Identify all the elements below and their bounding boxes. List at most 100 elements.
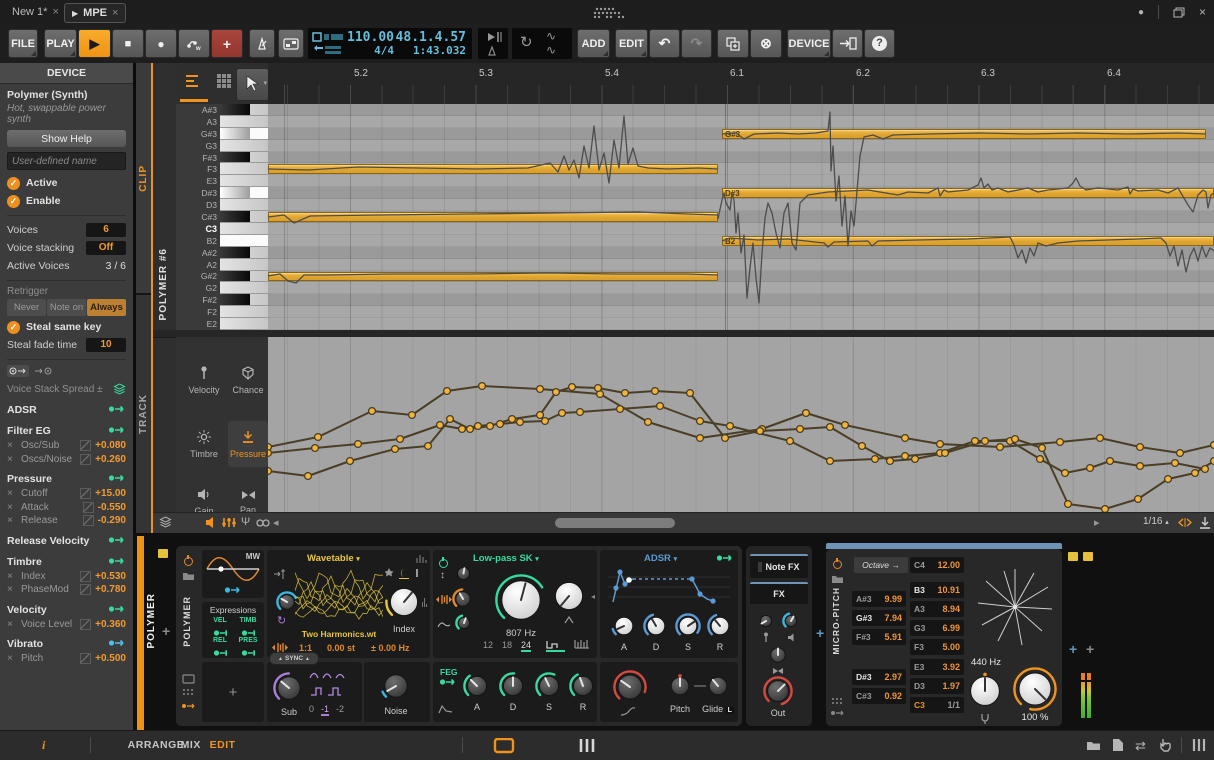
steal-same-key-checkbox[interactable]: ✓Steal same key bbox=[7, 318, 126, 336]
wavetable-index-knob[interactable] bbox=[385, 583, 423, 621]
clip-name[interactable]: POLYMER #6 bbox=[158, 248, 169, 320]
loop-icon[interactable]: ↻ bbox=[520, 33, 533, 51]
piano-key-G3[interactable] bbox=[220, 140, 268, 152]
mod-source-velocity[interactable]: Velocity bbox=[7, 602, 126, 618]
add-button[interactable]: ADD bbox=[577, 29, 610, 58]
mod-out-tab[interactable] bbox=[7, 365, 29, 377]
grid-resolution[interactable]: 1/16 ▴ bbox=[1143, 516, 1169, 527]
delete-button[interactable]: ⊗ bbox=[750, 29, 782, 58]
filter-cutoff-knob[interactable] bbox=[495, 574, 547, 626]
expression-button-chance[interactable]: Chance bbox=[228, 357, 268, 403]
piano-key-D#3[interactable] bbox=[220, 187, 268, 199]
keytrack-icon[interactable] bbox=[273, 568, 287, 580]
feg-release-knob[interactable] bbox=[569, 672, 597, 700]
edit-button[interactable]: EDIT bbox=[615, 29, 648, 58]
add-device-button[interactable]: + bbox=[162, 623, 170, 639]
mod-target-oscs-noise[interactable]: ×Oscs/Noise+0.260 bbox=[7, 453, 126, 467]
scroll-right-icon[interactable]: ▸ bbox=[1094, 516, 1100, 529]
micropitch-row-G#3[interactable]: G#37.94 bbox=[852, 610, 906, 626]
note-fx-slot[interactable]: Note FX bbox=[750, 554, 808, 578]
unison-mode-icons[interactable] bbox=[385, 567, 425, 579]
filter-env-knob[interactable] bbox=[455, 614, 473, 632]
noise-level-knob[interactable] bbox=[380, 670, 412, 702]
zoom-fit-icon[interactable] bbox=[1178, 516, 1192, 529]
beat-ruler[interactable]: 5.25.35.46.16.26.36.4 bbox=[268, 63, 1214, 104]
view-button-arrange[interactable]: ARRANGE bbox=[128, 739, 185, 751]
sub-octave--1[interactable]: -1 bbox=[321, 704, 329, 716]
device-power-icon[interactable] bbox=[184, 557, 193, 566]
expression-slot-rel[interactable]: REL bbox=[208, 637, 232, 662]
mapping-grid-icon[interactable] bbox=[182, 688, 195, 696]
piano-key-A3[interactable] bbox=[220, 116, 268, 128]
out-volume-knob[interactable] bbox=[763, 676, 793, 706]
touch-mode-icon[interactable] bbox=[1158, 738, 1172, 752]
wavetable-name[interactable]: Two Harmonics.wt bbox=[291, 629, 387, 639]
dual-panel-layout-icon[interactable] bbox=[578, 738, 596, 753]
piano-key-F#2[interactable] bbox=[220, 294, 268, 306]
micropitch-row-F#3[interactable]: F#35.91 bbox=[852, 629, 906, 645]
file-button[interactable]: FILE bbox=[8, 29, 38, 58]
hp-filter-knob[interactable] bbox=[613, 670, 647, 704]
browser-panel-icon[interactable] bbox=[1086, 739, 1101, 751]
feg-decay-knob[interactable] bbox=[499, 672, 527, 700]
pitch-star-display[interactable] bbox=[976, 565, 1054, 649]
add-modulator-cell[interactable]: + bbox=[202, 662, 264, 722]
grid-editor-mode-icon[interactable] bbox=[216, 73, 234, 89]
remove-mod-icon[interactable]: × bbox=[7, 584, 21, 595]
mod-curve-icon[interactable] bbox=[80, 454, 91, 465]
add-device-end-button[interactable]: + bbox=[1086, 641, 1094, 657]
modulation-route-icon[interactable] bbox=[830, 709, 845, 717]
device-name-input[interactable]: User-defined name bbox=[7, 152, 126, 170]
view-button-mix[interactable]: MIX bbox=[181, 739, 201, 751]
device-power-icon[interactable] bbox=[833, 560, 842, 569]
expression-button-velocity[interactable]: Velocity bbox=[184, 357, 224, 403]
fx-slot[interactable]: FX bbox=[750, 582, 808, 604]
mix-knob[interactable] bbox=[1013, 667, 1057, 711]
wavetable-display[interactable] bbox=[295, 568, 383, 631]
play-menu-button[interactable]: PLAY bbox=[44, 29, 77, 58]
feg-mod-arrow[interactable] bbox=[439, 678, 457, 686]
mod-target-cutoff[interactable]: ×Cutoff+15.00 bbox=[7, 487, 126, 501]
io-routing-icon[interactable]: ⇄ bbox=[1135, 738, 1146, 754]
remove-mod-icon[interactable]: × bbox=[7, 571, 21, 582]
snap-icon[interactable] bbox=[1199, 516, 1211, 529]
note-editor-mode-icon[interactable] bbox=[184, 73, 202, 89]
pitch-knob[interactable] bbox=[667, 673, 693, 699]
mod-target-index[interactable]: ×Index+0.530 bbox=[7, 570, 126, 584]
piano-key-A2[interactable] bbox=[220, 259, 268, 271]
info-icon[interactable]: i bbox=[42, 738, 45, 753]
micropitch-row-A3[interactable]: A38.94 bbox=[910, 601, 964, 617]
tab-track[interactable]: TRACK bbox=[136, 295, 151, 533]
comb-mode-icon[interactable] bbox=[545, 638, 567, 652]
filter-slope-18[interactable]: 18 bbox=[502, 640, 512, 652]
filter-keytrack-knob[interactable] bbox=[454, 564, 473, 583]
mod-source-timbre[interactable]: Timbre bbox=[7, 554, 126, 570]
undo-button[interactable]: ↶ bbox=[649, 29, 680, 58]
filter-slope-24[interactable]: 24 bbox=[521, 640, 531, 652]
duplicate-button[interactable] bbox=[717, 29, 749, 58]
remove-mod-icon[interactable]: × bbox=[7, 488, 21, 499]
sub-octave--2[interactable]: -2 bbox=[336, 704, 344, 716]
stop-button[interactable]: ■ bbox=[112, 29, 144, 58]
mod-curve-icon[interactable] bbox=[80, 440, 91, 451]
expression-button-timbre[interactable]: Timbre bbox=[184, 421, 224, 467]
piano-key-A#3[interactable] bbox=[220, 104, 268, 116]
mod-curve-icon[interactable] bbox=[80, 619, 91, 630]
track-name[interactable]: POLYMER bbox=[146, 593, 157, 649]
micropitch-row-B3[interactable]: B310.91 bbox=[910, 582, 964, 598]
insert-device-here-button[interactable]: + bbox=[816, 625, 824, 641]
pointer-tool-button[interactable]: ▾ bbox=[236, 68, 269, 101]
remove-mod-icon[interactable]: × bbox=[7, 619, 21, 630]
device-title[interactable]: MICRO-PITCH bbox=[831, 587, 841, 655]
clip-tab-mpe[interactable]: ▶ MPE × bbox=[64, 3, 126, 23]
mapping-grid-icon[interactable] bbox=[831, 697, 844, 705]
minimize-icon[interactable]: ● bbox=[1138, 7, 1144, 18]
voice-stack-spread-row[interactable]: Voice Stack Spread ± bbox=[7, 381, 126, 397]
modulation-route-icon[interactable] bbox=[181, 702, 196, 710]
tab-clip[interactable]: CLIP bbox=[136, 63, 151, 293]
piano-key-C3[interactable] bbox=[220, 223, 268, 235]
link-icon[interactable] bbox=[256, 518, 270, 528]
piano-key-G#2[interactable] bbox=[220, 271, 268, 283]
automation-write-button[interactable]: w bbox=[178, 29, 210, 58]
piano-key-A#2[interactable] bbox=[220, 247, 268, 259]
